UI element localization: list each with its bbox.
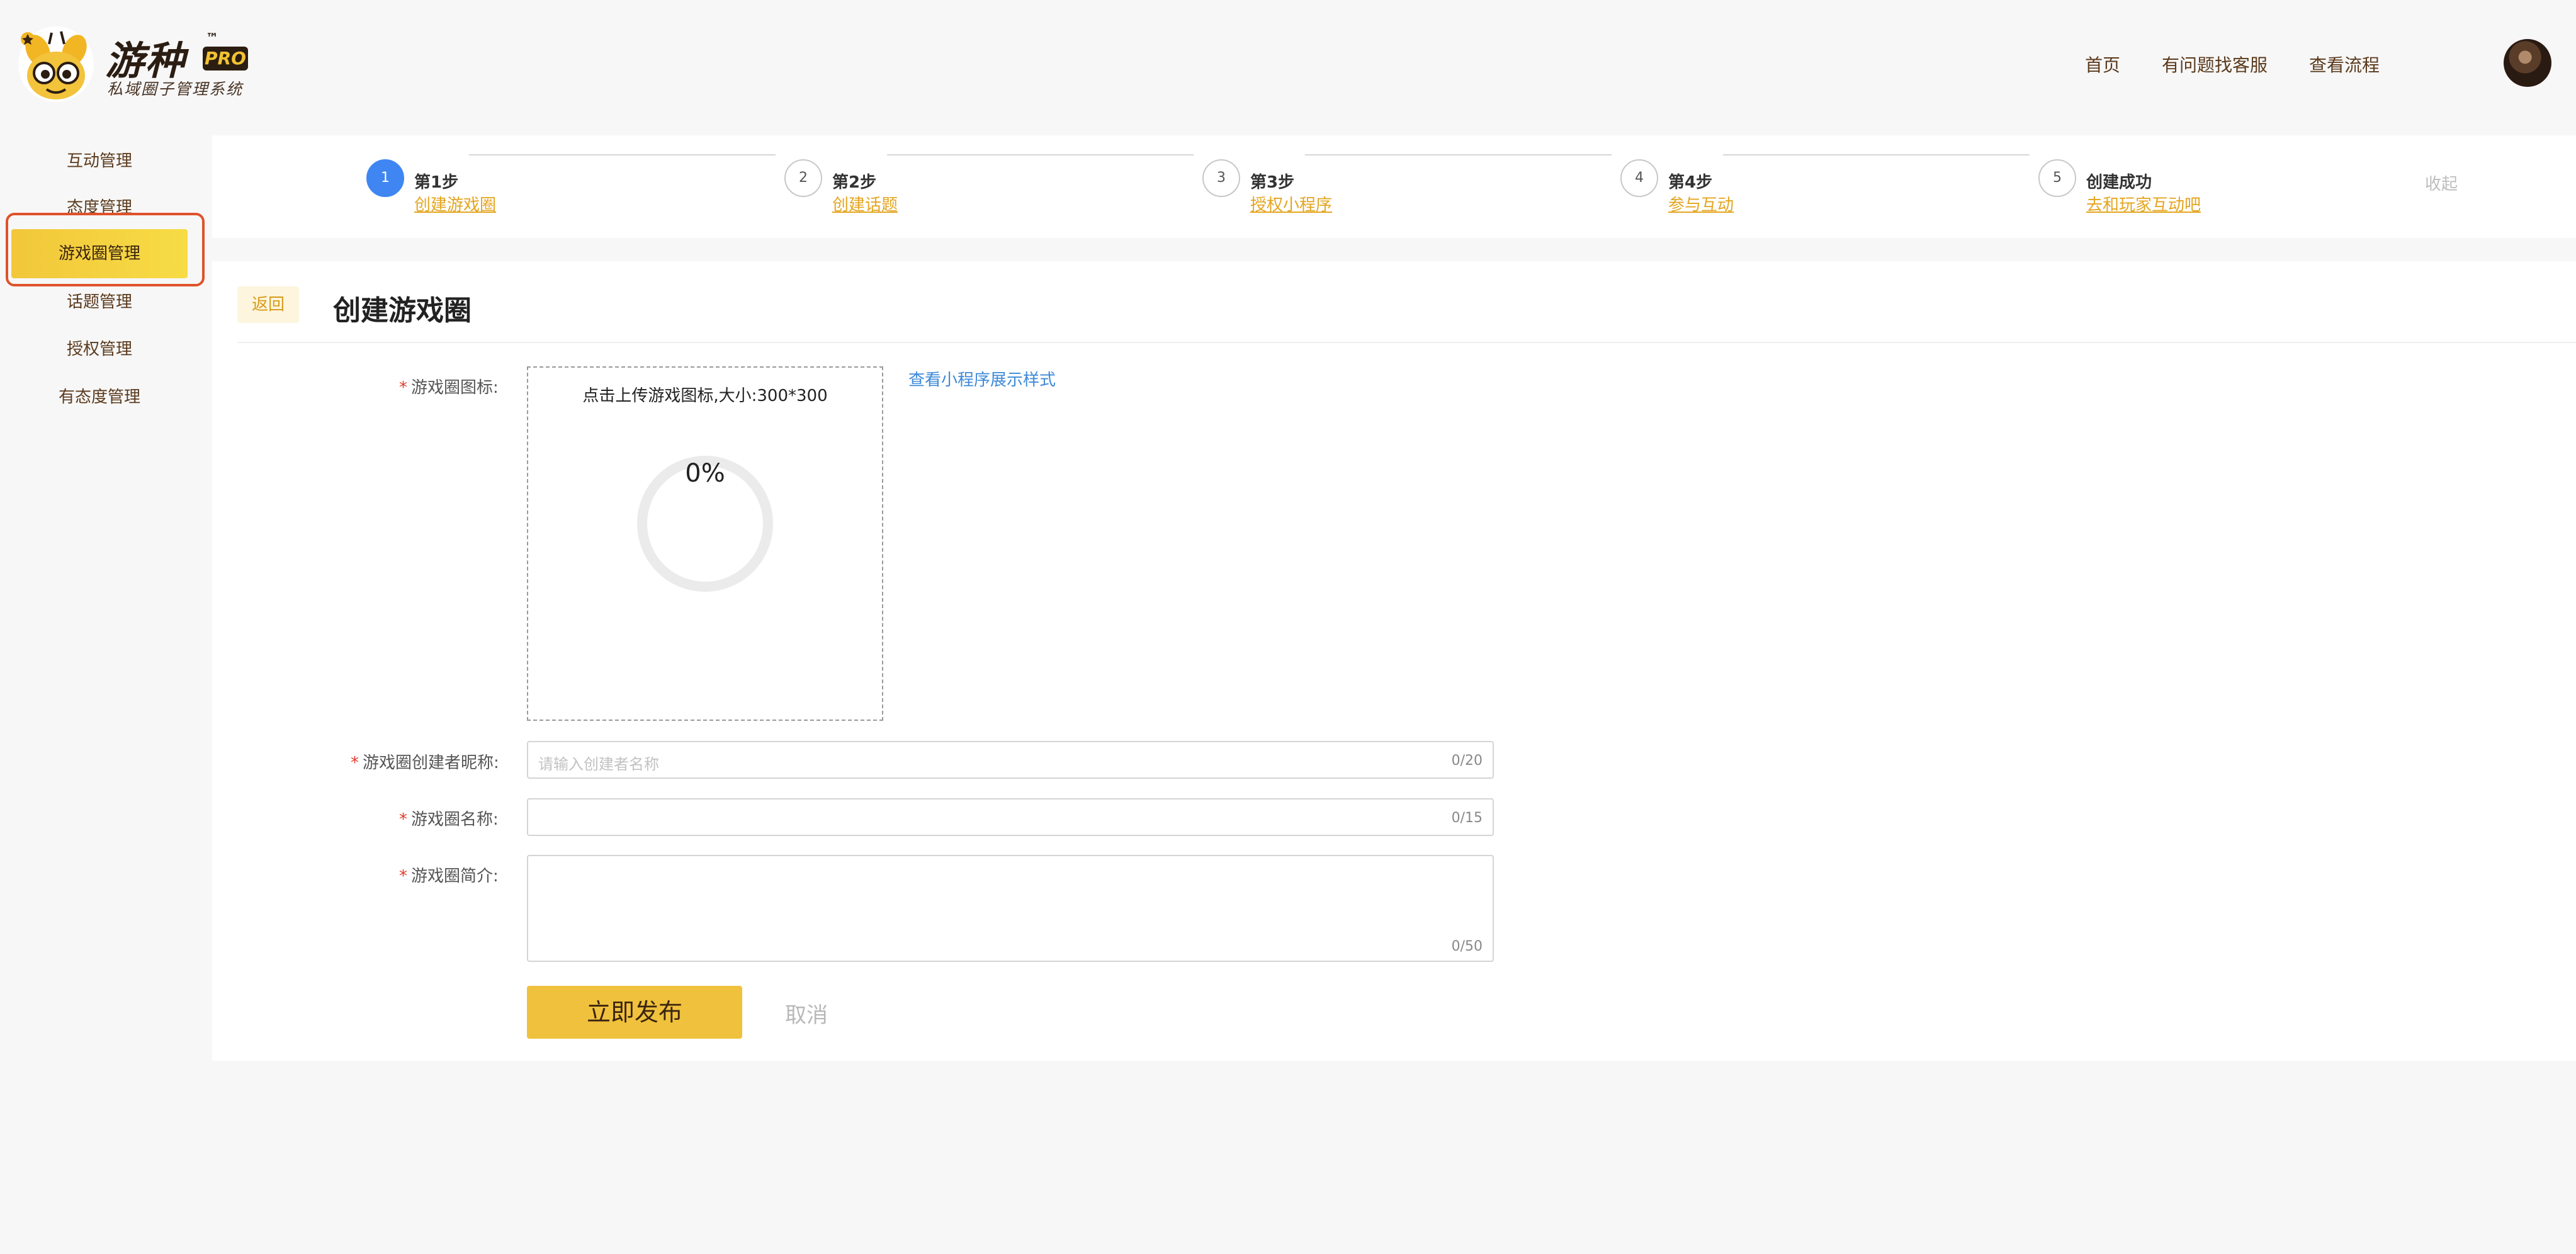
step-1-link[interactable]: 创建游戏圈: [414, 192, 496, 215]
step-connector: [887, 154, 1194, 155]
sidebar-item-has-attitude[interactable]: 有态度管理: [11, 375, 188, 420]
step-1-number: 1: [366, 159, 404, 197]
brand-logo[interactable]: 游种 ™ PRO 私域圈子管理系统: [14, 25, 248, 107]
user-avatar[interactable]: [2504, 39, 2551, 87]
brand-subtitle: 私域圈子管理系统: [107, 80, 244, 98]
step-3-number: 3: [1202, 159, 1240, 197]
cancel-button[interactable]: 取消: [785, 998, 828, 1029]
creator-label: * 游戏圈创建者昵称:: [351, 754, 499, 772]
nav-home-link[interactable]: 首页: [2085, 52, 2120, 77]
creator-name-input[interactable]: 请输入创建者名称 0/20: [527, 741, 1494, 779]
steps-bar: 1 第1步 创建游戏圈 2 第2步 创建话题 3 第3步 授权小程序 4 第4步…: [212, 135, 2576, 238]
step-connector: [1305, 154, 1612, 155]
icon-upload-area[interactable]: 点击上传游戏图标,大小:300*300 0%: [527, 366, 883, 721]
circle-name-counter: 0/15: [1451, 810, 1483, 826]
required-mark: *: [399, 378, 407, 397]
create-circle-form: 返回 创建游戏圈 * 游戏圈图标: 点击上传游戏图标,大小:300*300 0% …: [212, 261, 2576, 1061]
step-2-number: 2: [784, 159, 822, 197]
step-1-title: 第1步: [414, 173, 459, 192]
circle-intro-label: * 游戏圈简介:: [399, 867, 499, 886]
preview-style-link[interactable]: 查看小程序展示样式: [908, 367, 1056, 390]
brand-pro-badge: PRO: [203, 47, 248, 71]
circle-intro-counter: 0/50: [1451, 939, 1483, 954]
nav-support-link[interactable]: 有问题找客服: [2162, 52, 2268, 77]
step-3-title: 第3步: [1250, 173, 1295, 192]
step-connector: [469, 154, 776, 155]
upload-progress-text: 0%: [685, 459, 725, 488]
page-title: 创建游戏圈: [333, 295, 472, 327]
creator-name-counter: 0/20: [1451, 753, 1483, 769]
collapse-steps-button[interactable]: 收起: [2425, 171, 2458, 195]
circle-name-label: * 游戏圈名称:: [399, 810, 499, 829]
publish-button[interactable]: 立即发布: [527, 986, 742, 1039]
step-2-title: 第2步: [832, 173, 877, 192]
nav-process-link[interactable]: 查看流程: [2309, 52, 2380, 77]
circle-intro-textarea[interactable]: 0/50: [527, 855, 1494, 962]
step-4-number: 4: [1620, 159, 1658, 197]
step-5-title: 创建成功: [2086, 173, 2152, 192]
creator-name-placeholder: 请输入创建者名称: [538, 755, 659, 773]
app-header: 游种 ™ PRO 私域圈子管理系统 首页 有问题找客服 查看流程: [0, 0, 2576, 126]
brand-trademark: ™: [206, 30, 218, 45]
title-divider: [237, 342, 2576, 343]
icon-label: * 游戏圈图标:: [399, 378, 499, 397]
step-4-title: 第4步: [1668, 173, 1713, 192]
sidebar-item-authorization[interactable]: 授权管理: [11, 327, 188, 372]
step-3-link[interactable]: 授权小程序: [1250, 192, 1332, 215]
step-5-number: 5: [2038, 159, 2076, 197]
step-5-link[interactable]: 去和玩家互动吧: [2086, 192, 2201, 215]
upload-progress-ring: 0%: [635, 454, 775, 594]
step-4-link[interactable]: 参与互动: [1668, 192, 1734, 215]
step-2-link[interactable]: 创建话题: [832, 192, 898, 215]
upload-hint: 点击上传游戏图标,大小:300*300: [582, 387, 828, 405]
top-nav: 首页 有问题找客服 查看流程: [2085, 52, 2380, 77]
active-item-highlight: [6, 213, 205, 286]
back-button[interactable]: 返回: [237, 286, 299, 323]
step-connector: [1723, 154, 2030, 155]
mascot-logo-icon: [18, 26, 94, 102]
sidebar-item-interaction[interactable]: 互动管理: [11, 138, 188, 184]
circle-name-input[interactable]: 0/15: [527, 798, 1494, 836]
